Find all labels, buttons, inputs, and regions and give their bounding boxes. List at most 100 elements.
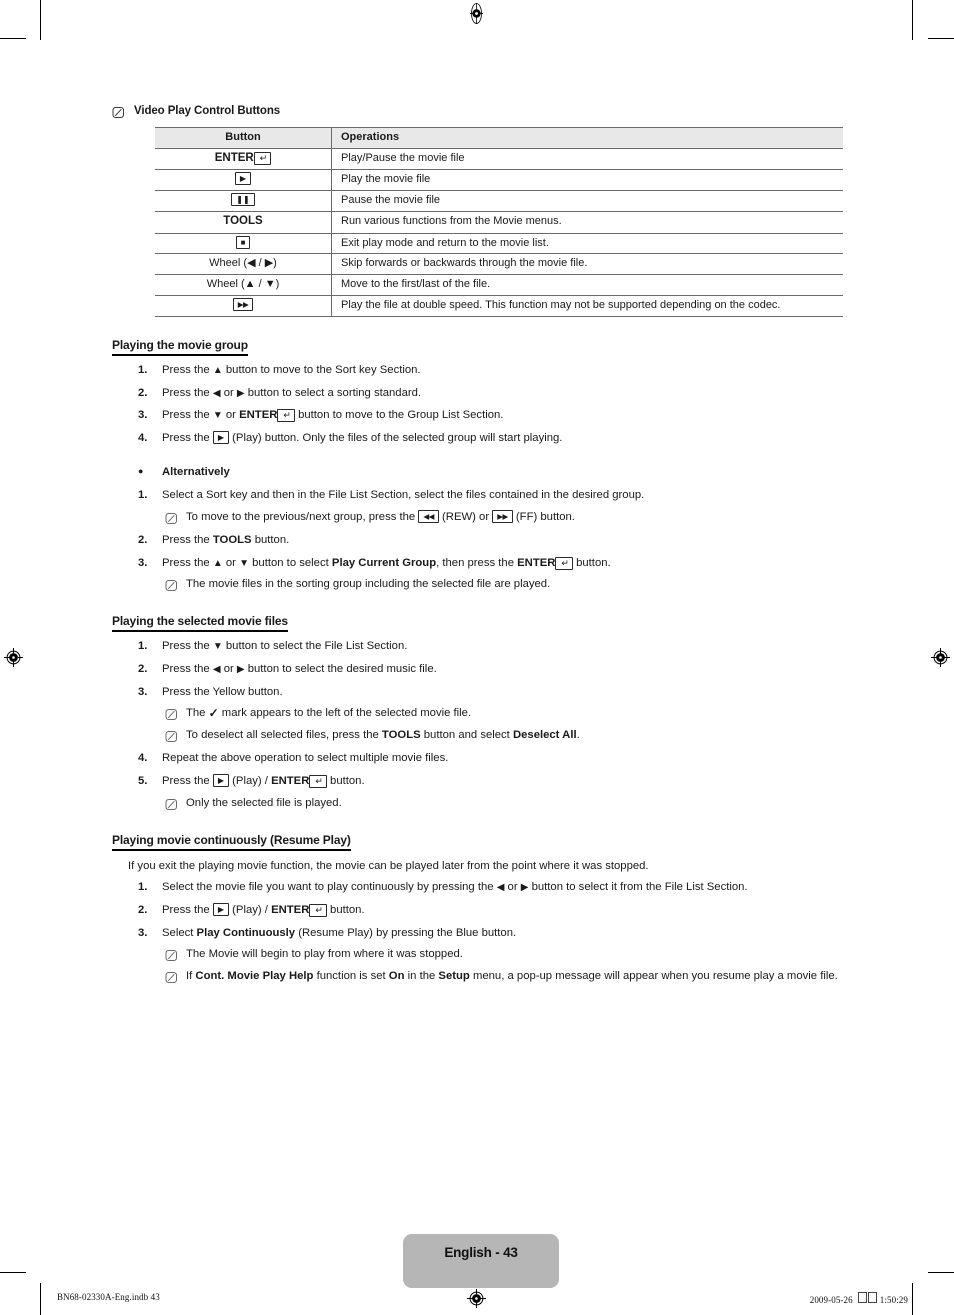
subnote-text: The ✓ mark appears to the left of the se… <box>186 706 472 721</box>
tools-button-label: TOOLS <box>223 215 263 228</box>
section-heading: Playing the selected movie files <box>112 614 288 633</box>
table-cell-operation: Play the movie file <box>331 169 843 192</box>
step-text: Repeat the above operation to select mul… <box>162 752 449 765</box>
step-marker: 5. <box>138 775 148 787</box>
list-item: 2. Press the ◀ or ▶ button to select a s… <box>112 386 842 401</box>
memo-icon <box>165 730 178 743</box>
table-row: Wheel (▲ / ▼) Move to the first/last of … <box>155 274 843 297</box>
note-title: Video Play Control Buttons <box>134 105 281 117</box>
table-cell-button: ■ <box>155 232 332 255</box>
list-item: 2. Press the ▶ (Play) / ENTER ↵ button. <box>112 903 842 918</box>
crop-mark-h-top-right <box>928 38 954 39</box>
subnote-text: The movie files in the sorting group inc… <box>186 578 551 591</box>
step-marker: 3. <box>138 685 148 698</box>
step-marker: 3. <box>138 556 148 569</box>
list-item: 2. Press the ◀ or ▶ button to select the… <box>112 662 842 677</box>
subnote-text: To move to the previous/next group, pres… <box>186 509 575 523</box>
registration-mark-right-icon <box>930 647 951 668</box>
table-cell-button: ❚❚ <box>155 190 332 213</box>
footer-file-reference: BN68-02330A-Eng.indb 43 <box>57 1292 160 1302</box>
table-cell-operation: Run various functions from the Movie men… <box>331 211 843 234</box>
alternatively-list: ● Alternatively <box>112 465 842 480</box>
fast-forward-key-icon: ▶▶ <box>232 298 254 312</box>
step-marker: 2. <box>138 386 148 399</box>
page-number-label: English - 43 <box>444 1245 518 1260</box>
section-heading: Playing the movie group <box>112 338 248 356</box>
missing-glyph-box <box>867 1292 877 1303</box>
section-playing-movie-continuously: Playing movie continuously (Resume Play)… <box>112 831 842 985</box>
list-item: 5. Press the ▶ (Play) / ENTER ↵ button. O… <box>112 774 842 811</box>
crop-mark-h-bottom-left <box>0 1272 26 1273</box>
list-item: 3. Press the Yellow button. The ✓ mark a… <box>112 685 842 744</box>
enter-key-icon: ↵ <box>277 409 295 423</box>
table-cell-operation: Play/Pause the movie file <box>331 147 843 171</box>
check-mark-icon: ✓ <box>208 706 219 721</box>
step-marker: 4. <box>138 431 148 444</box>
enter-key-icon: ↵ <box>309 904 327 918</box>
table-cell-button: Wheel (◀ / ▶) <box>155 253 332 276</box>
list-item: 2. Press the TOOLS button. <box>112 533 842 548</box>
registration-mark-bottom-icon <box>466 1288 487 1309</box>
table-header-operations: Operations <box>331 127 843 149</box>
footer-date: 2009-05-26 <box>809 1295 853 1305</box>
step-text: Press the ▼ or ENTER ↵ button to move to … <box>162 409 504 423</box>
subnote: The ✓ mark appears to the left of the se… <box>162 706 842 721</box>
subnote: If Cont. Movie Play Help function is set… <box>162 969 842 984</box>
list-item: 4. Press the ▶ (Play) button. Only the f… <box>112 430 842 446</box>
subnote: The Movie will begin to play from where … <box>162 947 842 962</box>
list-item: 4. Repeat the above operation to select … <box>112 751 842 766</box>
table-header-button: Button <box>155 127 332 149</box>
memo-icon <box>165 708 178 721</box>
memo-icon <box>165 971 178 984</box>
section-playing-the-movie-group: Playing the movie group 1. Press the ▲ b… <box>112 336 842 592</box>
table-cell-operation: Play the file at double speed. This func… <box>331 295 843 317</box>
step-marker: 3. <box>138 926 148 939</box>
play-key-icon: ▶ <box>212 430 230 444</box>
step-marker: 2. <box>138 904 148 917</box>
crop-mark-top-right <box>912 0 913 40</box>
table-cell-operation: Pause the movie file <box>331 190 843 213</box>
play-key-icon: ▶ <box>212 903 230 917</box>
step-text: Alternatively <box>162 465 230 478</box>
video-play-control-buttons-table: Button Operations ENTER ↵ Play/Pause the … <box>155 127 843 317</box>
page-number-badge: English - 43 <box>403 1234 559 1288</box>
list-item: ● Alternatively <box>112 465 842 480</box>
subnote-text: If Cont. Movie Play Help function is set… <box>186 970 838 983</box>
footer-time: 1:50:29 <box>879 1295 908 1305</box>
table-row: ■ Exit play mode and return to the movie… <box>155 232 843 255</box>
subnote: The movie files in the sorting group inc… <box>162 577 842 592</box>
stop-key-icon: ■ <box>235 235 251 249</box>
subnote: Only the selected file is played. <box>162 796 842 811</box>
crop-mark-top-left <box>40 0 41 40</box>
alternatively-step-list: 1. Select a Sort key and then in the Fil… <box>112 488 842 592</box>
list-item: 1. Select a Sort key and then in the Fil… <box>112 488 842 525</box>
list-item: 3. Select Play Continuously (Resume Play… <box>112 926 842 985</box>
step-text: Press the Yellow button. <box>162 685 283 698</box>
table-row: ▶▶ Play the file at double speed. This f… <box>155 295 843 317</box>
step-marker: 1. <box>138 881 148 894</box>
step-list: 1. Select the movie file you want to pla… <box>112 880 842 984</box>
rewind-key-icon: ◀◀ <box>418 509 439 523</box>
missing-glyph-box <box>857 1292 867 1303</box>
list-item: 1. Press the ▼ button to select the File… <box>112 639 842 654</box>
table-row: ENTER ↵ Play/Pause the movie file <box>155 147 843 171</box>
step-marker: 2. <box>138 533 148 546</box>
table-cell-button: ▶ <box>155 169 332 192</box>
crop-mark-h-top-left <box>0 38 26 39</box>
table-header-row: Button Operations <box>155 127 843 149</box>
list-item: 1. Press the ▲ button to move to the Sor… <box>112 363 842 378</box>
step-text: Select a Sort key and then in the File L… <box>162 489 645 502</box>
step-marker: 2. <box>138 662 148 675</box>
table-cell-button: ▶▶ <box>155 295 332 317</box>
crop-mark-bottom-right <box>912 1283 913 1315</box>
table-cell-operation: Exit play mode and return to the movie l… <box>331 232 843 255</box>
play-key-icon: ▶ <box>212 774 230 787</box>
page-content: Video Play Control Buttons Button Operat… <box>112 104 843 985</box>
subnote: To move to the previous/next group, pres… <box>162 509 842 525</box>
step-list: 1. Press the ▼ button to select the File… <box>112 639 842 810</box>
memo-icon <box>165 512 178 525</box>
manual-page: Video Play Control Buttons Button Operat… <box>0 0 954 1315</box>
enter-key-icon: ↵ <box>253 151 272 165</box>
fast-forward-key-icon: ▶▶ <box>492 509 513 523</box>
registration-mark-left-icon <box>3 647 24 668</box>
